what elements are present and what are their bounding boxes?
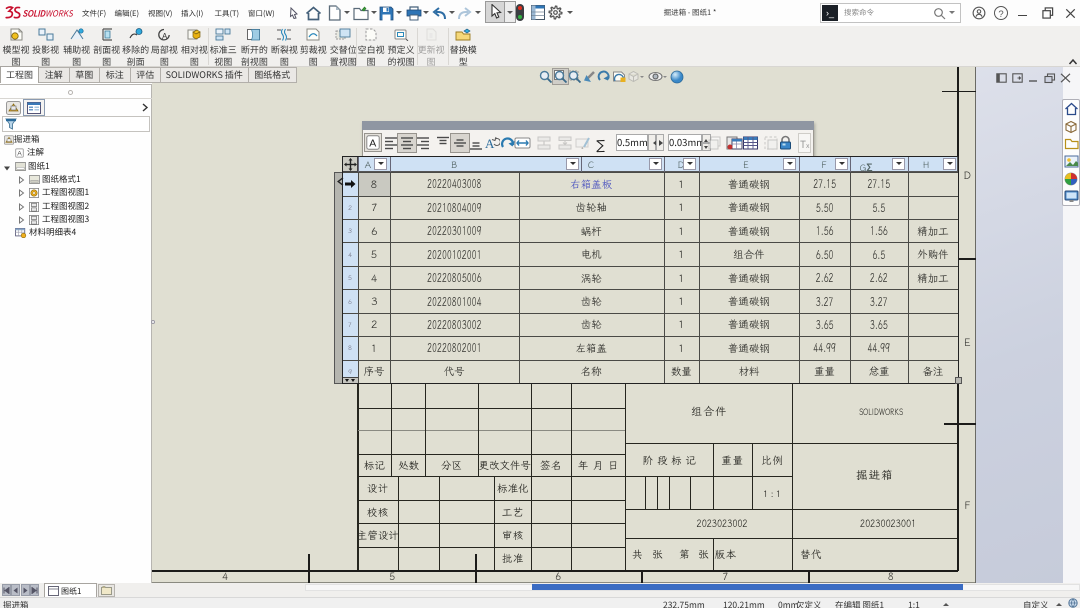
svg-text:A: A	[485, 136, 495, 151]
svg-text:A: A	[17, 151, 22, 158]
svg-text:A: A	[162, 32, 168, 41]
svg-text:A: A	[369, 138, 376, 150]
